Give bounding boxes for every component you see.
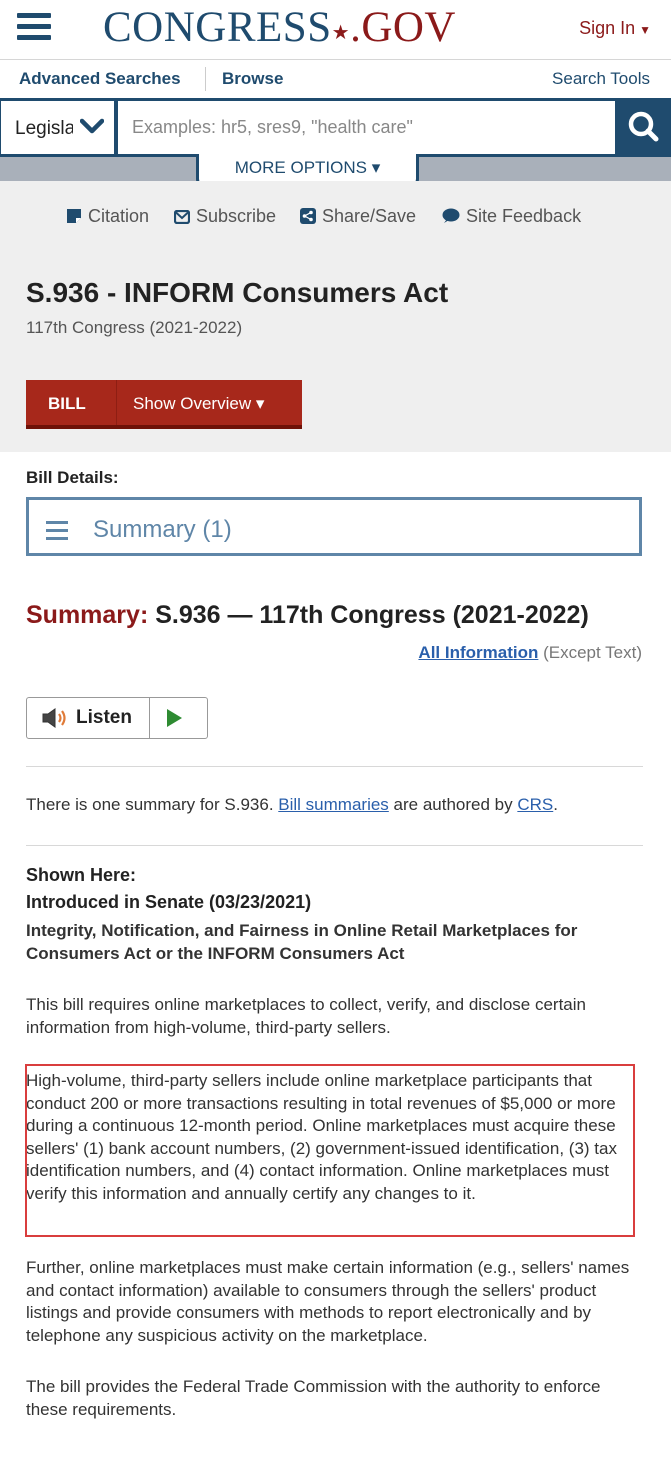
logo-tld: .GOV	[350, 4, 456, 51]
search-band: Legislation MORE OPTIONS ▾	[0, 98, 671, 187]
shown-here-label: Shown Here:	[26, 865, 137, 885]
search-button[interactable]	[617, 101, 671, 154]
bill-type-label: BILL	[48, 394, 86, 413]
summary-version-info: Shown Here: Introduced in Senate (03/23/…	[26, 862, 311, 916]
share-save-link[interactable]: Share/Save	[300, 206, 416, 227]
bill-details-label: Bill Details:	[26, 468, 119, 487]
search-scope-select[interactable]: Legislation	[1, 101, 114, 154]
listen-widget: Listen	[26, 697, 208, 739]
nav-divider	[205, 67, 206, 91]
search-bar: Legislation	[0, 98, 671, 157]
all-information-suffix: (Except Text)	[538, 643, 642, 662]
intro-text-1: There is one summary for S.936.	[26, 795, 279, 814]
play-icon[interactable]	[167, 709, 182, 727]
secondary-nav: Advanced Searches Browse Search Tools	[0, 61, 671, 98]
caret-down-icon: ▼	[639, 23, 651, 37]
introduced-date: Introduced in Senate (03/23/2021)	[26, 892, 312, 912]
selected-detail-tab: Summary (1)	[93, 516, 232, 543]
search-scope-value: Legislation	[15, 118, 73, 139]
search-icon	[628, 111, 659, 142]
divider	[26, 766, 643, 767]
all-information-line: All Information (Except Text)	[418, 643, 642, 663]
site-logo[interactable]: CONGRESS★.GOV	[103, 5, 456, 56]
intro-text-3: .	[553, 795, 558, 814]
sign-in-label: Sign In	[579, 18, 636, 38]
congress-session: 117th Congress (2021-2022)	[26, 318, 243, 337]
crs-link[interactable]: CRS	[517, 795, 553, 814]
summary-heading-prefix: Summary:	[26, 601, 149, 629]
dropdown-inner: Summary (1)	[29, 500, 639, 553]
summary-heading: Summary: S.936 — 117th Congress (2021-20…	[26, 601, 589, 630]
citation-link[interactable]: Citation	[66, 206, 149, 227]
highlight-box	[25, 1064, 635, 1237]
site-header: CONGRESS★.GOV Sign In ▼	[0, 0, 671, 60]
menu-icon[interactable]	[17, 13, 51, 45]
summary-heading-rest: S.936 — 117th Congress (2021-2022)	[148, 601, 589, 629]
summary-intro: There is one summary for S.936. Bill sum…	[26, 794, 640, 817]
site-feedback-label: Site Feedback	[466, 206, 582, 226]
search-tools-link[interactable]: Search Tools	[552, 69, 650, 89]
comment-icon	[442, 208, 460, 223]
listen-button[interactable]: Listen	[27, 698, 150, 738]
bill-long-title: Integrity, Notification, and Fairness in…	[26, 921, 578, 963]
subscribe-label: Subscribe	[196, 206, 277, 226]
show-overview-button[interactable]: Show Overview ▾	[133, 394, 264, 414]
page-tools: Citation Subscribe Share/Save Site Feedb…	[0, 206, 671, 230]
advanced-searches-link[interactable]: Advanced Searches	[19, 69, 181, 89]
list-icon	[46, 521, 68, 545]
citation-label: Citation	[88, 206, 150, 226]
subscribe-link[interactable]: Subscribe	[173, 206, 277, 227]
bill-details-dropdown[interactable]: Summary (1)	[26, 497, 642, 556]
bill-overview-bar: BILL Show Overview ▾	[26, 380, 302, 429]
browse-link[interactable]: Browse	[222, 69, 283, 89]
listen-label: Listen	[76, 707, 132, 728]
speaker-icon	[42, 708, 66, 728]
bill-header-section: Citation Subscribe Share/Save Site Feedb…	[0, 181, 671, 452]
divider	[26, 845, 643, 846]
bill-summaries-link[interactable]: Bill summaries	[278, 795, 389, 814]
share-icon	[300, 208, 316, 224]
all-information-link[interactable]: All Information	[418, 643, 538, 662]
sign-in-button[interactable]: Sign In ▼	[579, 18, 651, 39]
summary-paragraph-4: The bill provides the Federal Trade Comm…	[26, 1377, 601, 1419]
chevron-down-icon	[80, 118, 104, 134]
site-feedback-link[interactable]: Site Feedback	[442, 206, 581, 227]
page-title: S.936 - INFORM Consumers Act	[26, 277, 449, 308]
citation-icon	[67, 209, 81, 223]
envelope-icon	[173, 209, 191, 225]
intro-text-2: are authored by	[388, 795, 518, 814]
star-icon: ★	[331, 22, 351, 44]
search-input[interactable]	[118, 101, 615, 154]
summary-paragraph-3: Further, online marketplaces must make c…	[26, 1258, 630, 1345]
share-label: Share/Save	[322, 206, 417, 226]
summary-paragraph-1: This bill requires online marketplaces t…	[26, 995, 586, 1037]
overview-divider	[116, 380, 117, 425]
logo-text: CONGRESS	[103, 4, 332, 51]
